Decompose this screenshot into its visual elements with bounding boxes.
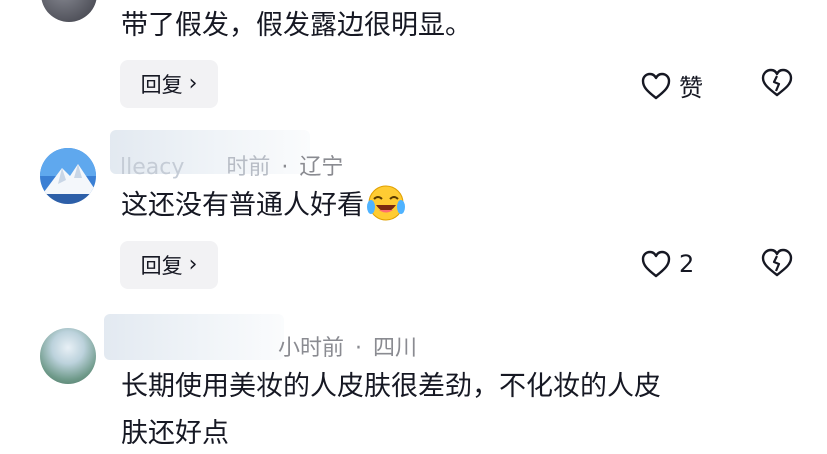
separator: ·: [355, 336, 363, 361]
timestamp: 时前: [226, 155, 271, 180]
comment-meta: lleacy 时前 · 辽宁: [120, 149, 343, 181]
like-label: 赞: [679, 74, 703, 102]
avatar[interactable]: [40, 328, 96, 384]
dislike-button[interactable]: [761, 68, 793, 98]
chevron-right-icon: ›: [188, 251, 198, 277]
broken-heart-icon: [761, 248, 793, 278]
like-button[interactable]: 赞: [641, 68, 703, 103]
reply-button[interactable]: 回复 ›: [120, 60, 218, 108]
location: 辽宁: [299, 155, 344, 180]
separator: ·: [281, 155, 289, 180]
comment-text-line1: 长期使用美妆的人皮肤很差劲，不化妆的人皮: [121, 371, 661, 402]
broken-heart-icon: [761, 68, 793, 98]
heart-icon: [641, 72, 671, 100]
reply-label: 回复: [140, 73, 183, 97]
username[interactable]: lleacy: [120, 155, 184, 180]
like-button[interactable]: 2: [641, 250, 694, 278]
timestamp: 小时前: [278, 336, 345, 361]
heart-icon: [641, 250, 671, 278]
avatar[interactable]: [40, 148, 96, 204]
reply-button[interactable]: 回复 ›: [120, 241, 218, 289]
comment-text-content: 这还没有普通人好看: [121, 190, 364, 221]
chevron-right-icon: ›: [188, 70, 198, 96]
avatar[interactable]: [41, 0, 97, 22]
comment-text-line2: 肤还好点: [121, 418, 229, 449]
location: 四川: [373, 336, 418, 361]
dislike-button[interactable]: [761, 248, 793, 278]
laughing-crying-emoji-icon: [366, 183, 406, 223]
comment-meta: 小时前 · 四川: [278, 330, 417, 362]
comment-text: 这还没有普通人好看: [121, 183, 406, 227]
username-blur: [104, 314, 284, 360]
comment-text: 带了假发，假发露边很明显。: [121, 10, 472, 41]
like-count: 2: [679, 250, 695, 278]
reply-label: 回复: [140, 254, 183, 278]
